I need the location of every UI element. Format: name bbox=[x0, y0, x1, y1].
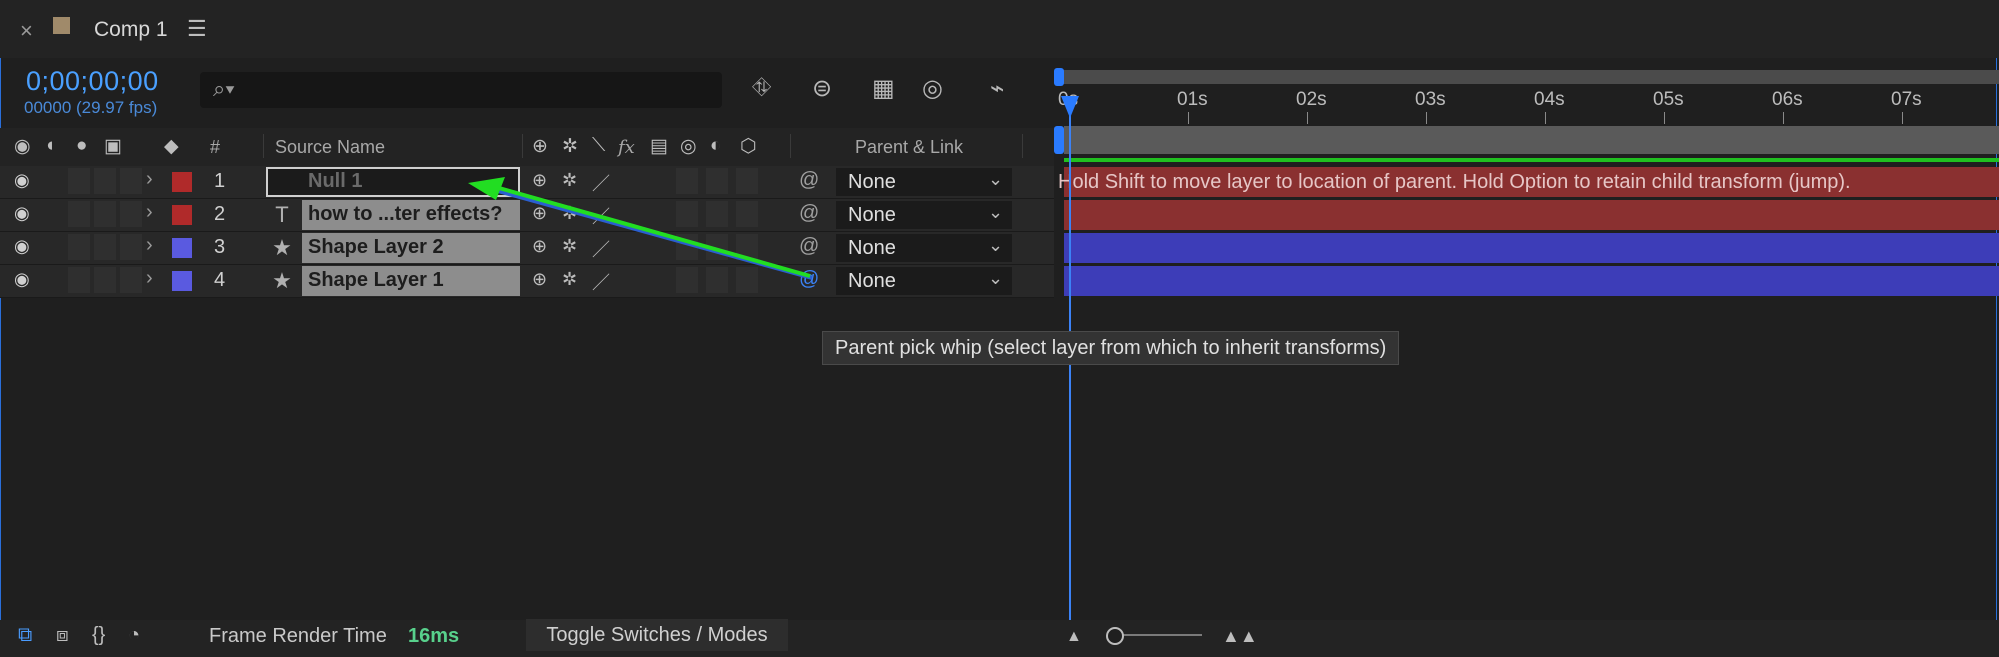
transfer-controls-pane-icon[interactable]: ⧈ bbox=[56, 624, 69, 647]
layer-switches-pane-icon[interactable]: ⧉ bbox=[18, 624, 32, 647]
toggle-switches-modes-button[interactable]: Toggle Switches / Modes bbox=[526, 619, 788, 651]
zoom-out-icon[interactable]: ▲ bbox=[1066, 628, 1082, 646]
frame-render-time-value: 16ms bbox=[408, 625, 460, 647]
zoom-in-icon[interactable]: ▲▲ bbox=[1222, 626, 1258, 647]
render-time-pane-icon[interactable]: ◔ bbox=[128, 624, 140, 647]
frame-render-time-label: Frame Render Time bbox=[209, 625, 387, 647]
timeline-zoom-slider[interactable] bbox=[1118, 634, 1202, 636]
pick-whip-drag-line bbox=[468, 177, 813, 280]
in-out-pane-icon[interactable]: {} bbox=[92, 624, 105, 647]
timeline-zoom-slider-handle[interactable] bbox=[1106, 627, 1124, 645]
